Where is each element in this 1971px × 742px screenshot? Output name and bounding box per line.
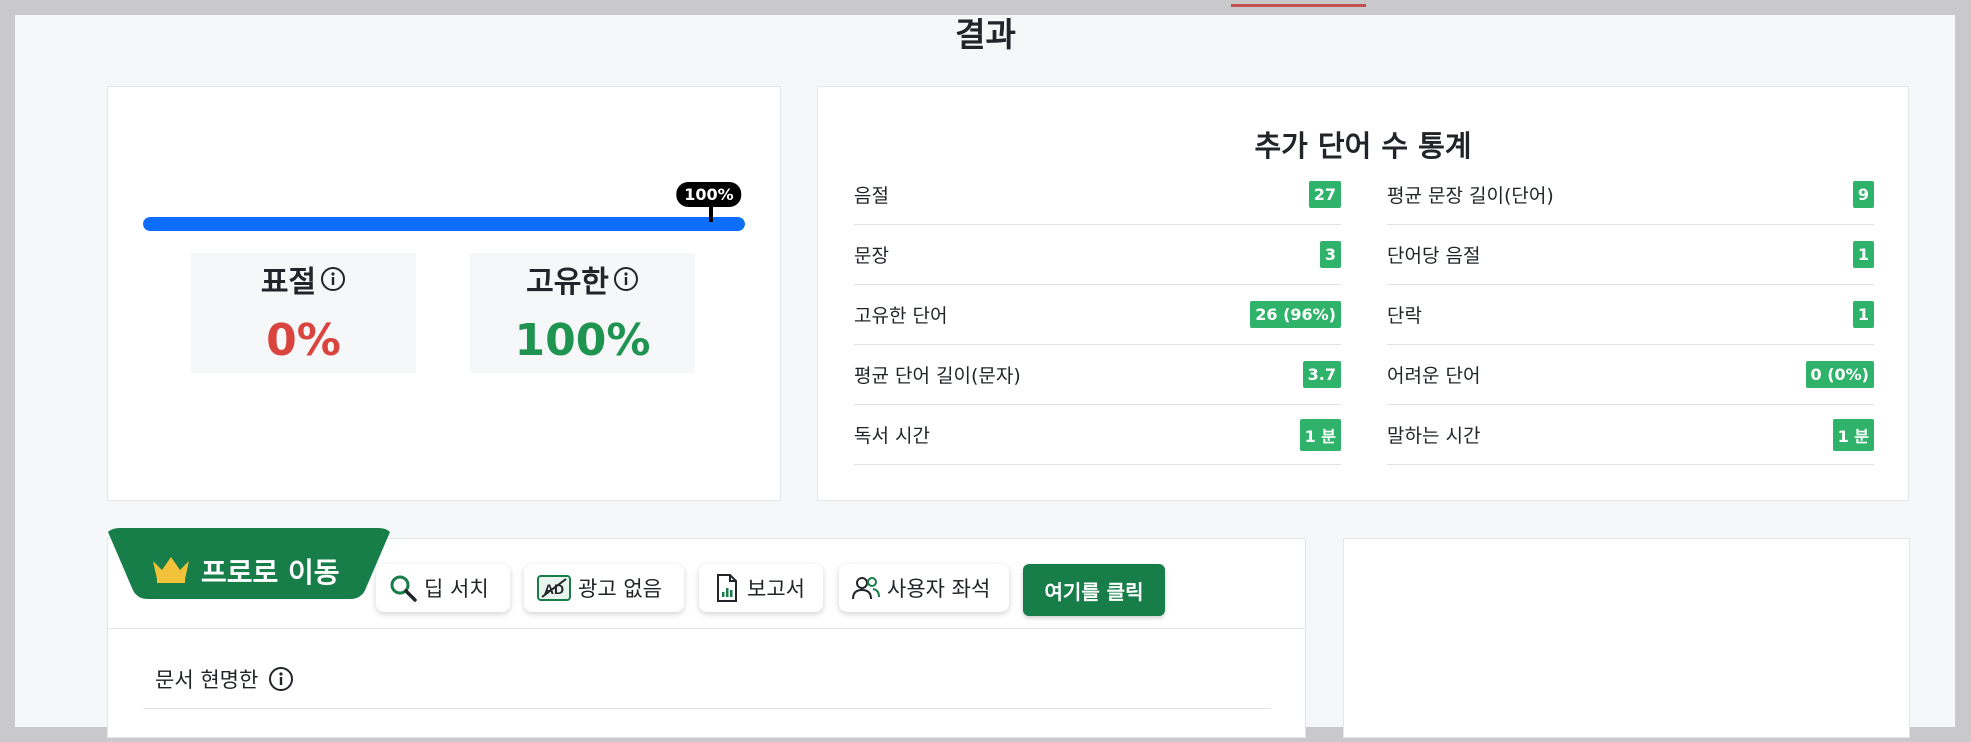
progress-fill bbox=[143, 217, 745, 231]
active-tab-indicator bbox=[1231, 4, 1366, 7]
click-here-button[interactable]: 여기를 클릭 bbox=[1023, 564, 1165, 616]
stat-label: 평균 문장 길이(단어) bbox=[1387, 185, 1554, 207]
deep-search-button[interactable]: 딥 서치 bbox=[376, 564, 510, 612]
progress-badge: 100% bbox=[676, 182, 742, 207]
info-icon[interactable] bbox=[320, 266, 346, 292]
stat-row: 단어당 음절 1 bbox=[1387, 225, 1874, 285]
users-icon bbox=[852, 577, 880, 600]
stat-value-badge: 9 bbox=[1852, 181, 1874, 208]
crown-icon bbox=[153, 557, 189, 583]
stat-row: 말하는 시간 1 분 bbox=[1387, 405, 1874, 465]
page-title: 결과 bbox=[955, 15, 1016, 54]
stat-label: 어려운 단어 bbox=[1387, 365, 1481, 387]
stat-row: 문장 3 bbox=[854, 225, 1341, 285]
stats-column-left: 음절 27 문장 3 고유한 단어 26 (96%) 평균 단어 길이(문자) 3.7 … bbox=[854, 165, 1341, 465]
stat-value-badge: 1 분 bbox=[1299, 418, 1341, 451]
stat-value-badge: 1 분 bbox=[1832, 418, 1874, 451]
score-card: 100% 표절 0% 고유한 100% bbox=[107, 86, 781, 501]
feature-label: 보고서 bbox=[747, 577, 805, 601]
stat-row: 독서 시간 1 분 bbox=[854, 405, 1341, 465]
stat-label: 음절 bbox=[854, 185, 889, 207]
stats-title: 추가 단어 수 통계 bbox=[1254, 129, 1472, 163]
report-button[interactable]: 보고서 bbox=[699, 564, 823, 612]
stat-row: 어려운 단어 0 (0%) bbox=[1387, 345, 1874, 405]
stat-value-badge: 1 bbox=[1852, 241, 1874, 268]
stat-row: 고유한 단어 26 (96%) bbox=[854, 285, 1341, 345]
unique-label: 고유한 bbox=[526, 265, 609, 300]
ad-block-icon: AD bbox=[537, 575, 571, 601]
stat-row: 음절 27 bbox=[854, 165, 1341, 225]
stat-row: 평균 단어 길이(문자) 3.7 bbox=[854, 345, 1341, 405]
divider bbox=[143, 708, 1271, 709]
stat-value-badge: 26 (96%) bbox=[1250, 301, 1341, 328]
plagiarism-label: 표절 bbox=[260, 265, 317, 300]
stat-value-badge: 0 (0%) bbox=[1805, 361, 1874, 388]
report-icon bbox=[717, 574, 737, 602]
plagiarism-score-box: 표절 0% bbox=[191, 253, 416, 373]
stat-label: 독서 시간 bbox=[854, 425, 930, 447]
stat-label: 말하는 시간 bbox=[1387, 425, 1481, 447]
stat-value-badge: 27 bbox=[1308, 181, 1341, 208]
user-seats-button[interactable]: 사용자 좌석 bbox=[839, 564, 1009, 612]
unique-score-box: 고유한 100% bbox=[470, 253, 695, 373]
word-count-stats-card: 추가 단어 수 통계 음절 27 문장 3 고유한 단어 26 (96%) 평균 단어… bbox=[817, 86, 1909, 501]
stat-label: 고유한 단어 bbox=[854, 305, 948, 327]
stat-label: 단락 bbox=[1387, 305, 1422, 327]
info-icon[interactable] bbox=[268, 666, 294, 692]
divider bbox=[108, 628, 1305, 629]
stat-row: 평균 문장 길이(단어) 9 bbox=[1387, 165, 1874, 225]
feature-label: 딥 서치 bbox=[424, 577, 489, 601]
search-icon bbox=[390, 575, 417, 602]
feature-label: 사용자 좌석 bbox=[887, 577, 991, 601]
go-pro-card: 프로로 이동 딥 서치 AD 광고 없음 보고서 bbox=[107, 528, 1306, 738]
unique-value: 100% bbox=[514, 315, 651, 366]
plagiarism-value: 0% bbox=[266, 315, 341, 366]
stat-row: 단락 1 bbox=[1387, 285, 1874, 345]
stat-label: 평균 단어 길이(문자) bbox=[854, 365, 1021, 387]
go-pro-label: 프로로 이동 bbox=[201, 556, 340, 589]
uniqueness-progress-bar bbox=[143, 217, 745, 231]
stat-label: 문장 bbox=[854, 245, 889, 267]
feature-label: 광고 없음 bbox=[578, 577, 662, 601]
no-ads-button[interactable]: AD 광고 없음 bbox=[524, 564, 684, 612]
stats-column-right: 평균 문장 길이(단어) 9 단어당 음절 1 단락 1 어려운 단어 0 (0%) 말… bbox=[1387, 165, 1874, 465]
readability-heading: 문서 현명한 bbox=[155, 664, 294, 694]
stat-value-badge: 3.7 bbox=[1302, 361, 1341, 388]
info-icon[interactable] bbox=[613, 266, 639, 292]
side-panel bbox=[1343, 538, 1910, 738]
stat-value-badge: 3 bbox=[1319, 241, 1341, 268]
stat-label: 단어당 음절 bbox=[1387, 245, 1481, 267]
stat-value-badge: 1 bbox=[1852, 301, 1874, 328]
readability-label: 문서 현명한 bbox=[155, 668, 259, 692]
